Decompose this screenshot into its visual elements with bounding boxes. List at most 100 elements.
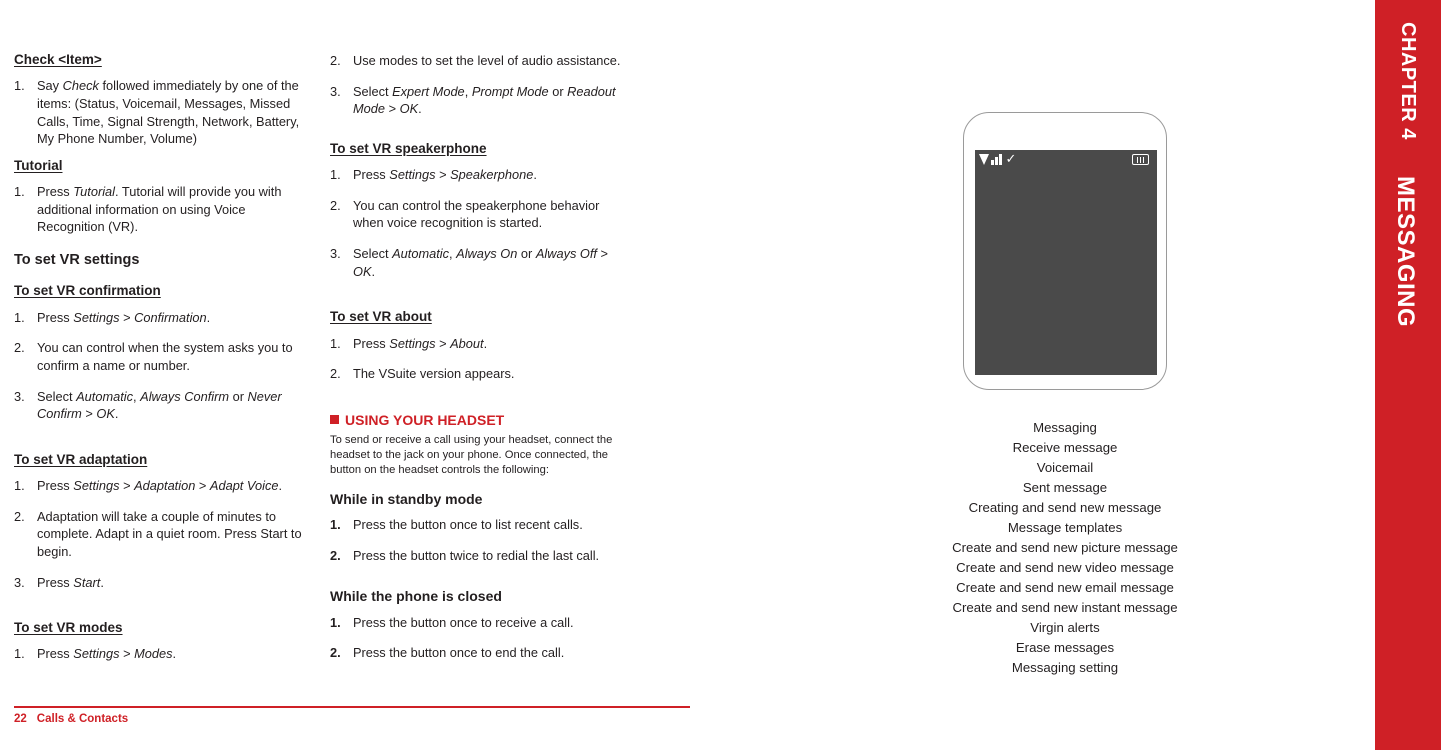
list-item: 1. Press the button once to list recent … (330, 516, 632, 534)
step-number: 1. (14, 78, 25, 94)
heading-vr-speakerphone: To set VR speakerphone (330, 140, 487, 156)
step-number: 1. (330, 517, 341, 533)
phone-screen (975, 150, 1157, 375)
step-text: Press the button once to list recent cal… (353, 517, 583, 533)
steps-phone-closed: 1. Press the button once to receive a ca… (330, 614, 632, 662)
list-item: Message templates (1007, 520, 1123, 535)
sidebar-chapter-label: CHAPTER 4 (1397, 22, 1419, 140)
headset-heading-text: USING YOUR HEADSET (345, 411, 505, 428)
step-number: 1. (330, 167, 341, 183)
pen-icon: ✓ (1005, 151, 1017, 166)
step-number: 1. (330, 335, 341, 351)
sidebar-chapter-title: MESSAGING (1392, 176, 1419, 328)
step-number: 2. (14, 340, 25, 356)
heading-vr-about: To set VR about (330, 309, 432, 325)
list-item: 2. Adaptation will take a couple of minu… (14, 508, 306, 561)
steps-vr-modes-continued: 2. Use modes to set the level of audio a… (330, 52, 632, 118)
step-number: 3. (14, 388, 25, 404)
list-item: Voicemail (1036, 460, 1094, 475)
list-item: Erase messages (1015, 640, 1115, 655)
step-number: 1. (14, 309, 25, 325)
step-text: The VSuite version appears. (353, 366, 515, 382)
footer-section: Calls & Contacts (36, 713, 129, 725)
step-text: Press Settings > Adaptation > Adapt Voic… (37, 478, 283, 494)
step-number: 1. (330, 614, 341, 630)
list-item: Create and send new picture message (952, 540, 1178, 555)
heading-tutorial: Tutorial (14, 157, 63, 173)
list-item: 2. Press the button once to end the call… (330, 644, 632, 662)
step-number: 3. (14, 574, 25, 590)
step-number: 2. (330, 53, 341, 68)
page-number: 22 (14, 713, 27, 725)
list-item: 3. Select Automatic, Always Confirm or N… (14, 388, 306, 423)
list-item: 1. Press Settings > Modes. (14, 645, 306, 663)
step-text: Press the button twice to redial the las… (353, 548, 600, 564)
step-text: You can control when the system asks you… (37, 340, 293, 373)
phone-chapter-label: CHAPTER 4 (677, 204, 764, 220)
step-number: 2. (330, 548, 341, 564)
steps-vr-speakerphone: 1. Press Settings > Speakerphone. 2. You… (330, 166, 632, 280)
list-item: Create and send new instant message (952, 600, 1178, 615)
list-item: Receive message (1012, 440, 1118, 455)
list-item: 2. Use modes to set the level of audio a… (330, 52, 632, 70)
battery-icon (1132, 154, 1149, 165)
red-square-icon (330, 415, 339, 425)
phone-chapter-title: MESSAGING (644, 234, 797, 261)
list-item: Messaging setting (1011, 660, 1119, 675)
step-text: Press Settings > Speakerphone. (353, 167, 537, 183)
step-text: Adaptation will take a couple of minutes… (37, 508, 302, 559)
heading-phone-closed: While the phone is closed (330, 587, 502, 604)
list-item: 1. Press Settings > Adaptation > Adapt V… (14, 477, 306, 495)
step-text: Select Expert Mode, Prompt Mode or Reado… (353, 83, 616, 117)
text-column-left: Check <Item> 1. Say Check followed immed… (14, 52, 306, 663)
text-column-right: 2. Use modes to set the level of audio a… (330, 52, 632, 675)
list-item: Create and send new video message (956, 560, 1174, 575)
heading-check-item: Check <Item> (14, 52, 102, 67)
signal-bars-icon (991, 154, 1002, 165)
step-number: 1. (14, 184, 25, 199)
chapter-contents-list: Messaging Receive message Voicemail Sent… (860, 418, 1270, 678)
list-item: 3. Press Start. (14, 574, 306, 592)
step-text: Press Settings > Modes. (37, 646, 177, 662)
list-item: 2. The VSuite version appears. (330, 365, 632, 383)
steps-vr-modes: 1. Press Settings > Modes. (14, 645, 306, 663)
list-item: Messaging (1033, 420, 1097, 435)
step-number: 2. (330, 366, 341, 382)
manual-page: Check <Item> 1. Say Check followed immed… (0, 0, 1441, 750)
step-text: Use modes to set the level of audio assi… (353, 53, 621, 68)
step-number: 2. (330, 645, 341, 661)
heading-vr-confirmation: To set VR confirmation (14, 283, 161, 299)
steps-standby-mode: 1. Press the button once to list recent … (330, 516, 632, 564)
list-item: 1. Press Settings > About. (330, 335, 632, 353)
list-item: Virgin alerts (1030, 620, 1100, 635)
footer-divider (14, 706, 690, 708)
list-item: 3. Select Expert Mode, Prompt Mode or Re… (330, 83, 632, 118)
step-text: Press Settings > About. (353, 335, 488, 351)
step-text: Press the button once to receive a call. (353, 614, 574, 630)
step-text: Press Settings > Confirmation. (37, 309, 211, 325)
list-item: 2. Press the button twice to redial the … (330, 547, 632, 565)
step-number: 3. (330, 83, 341, 99)
steps-vr-about: 1. Press Settings > About. 2. The VSuite… (330, 335, 632, 383)
heading-vr-adaptation: To set VR adaptation (14, 451, 148, 467)
steps-check-item: 1. Say Check followed immediately by one… (14, 77, 306, 148)
chapter-sidebar: CHAPTER 4 MESSAGING (1375, 0, 1441, 750)
phone-status-bar: ✓ (963, 152, 1167, 174)
step-number: 1. (14, 646, 25, 662)
list-item: 1. Press Settings > Confirmation. (14, 309, 306, 327)
heading-standby-mode: While in standby mode (330, 490, 483, 507)
step-text: Press the button once to end the call. (353, 645, 565, 661)
heading-using-your-headset: USING YOUR HEADSET (330, 412, 632, 428)
list-item: 1. Say Check followed immediately by one… (14, 77, 306, 148)
headset-intro-text: To send or receive a call using your hea… (330, 433, 613, 477)
step-text: Say Check followed immediately by one of… (37, 78, 300, 147)
list-item: Create and send new email message (956, 580, 1174, 595)
heading-vr-modes: To set VR modes (14, 620, 123, 636)
steps-vr-adaptation: 1. Press Settings > Adaptation > Adapt V… (14, 477, 306, 591)
step-number: 1. (14, 478, 25, 494)
list-item: Creating and send new message (968, 500, 1162, 515)
list-item: 2. You can control when the system asks … (14, 339, 306, 374)
step-text: Select Automatic, Always Confirm or Neve… (37, 388, 282, 422)
step-text: Press Start. (37, 574, 104, 590)
signal-triangle-icon (979, 154, 989, 165)
